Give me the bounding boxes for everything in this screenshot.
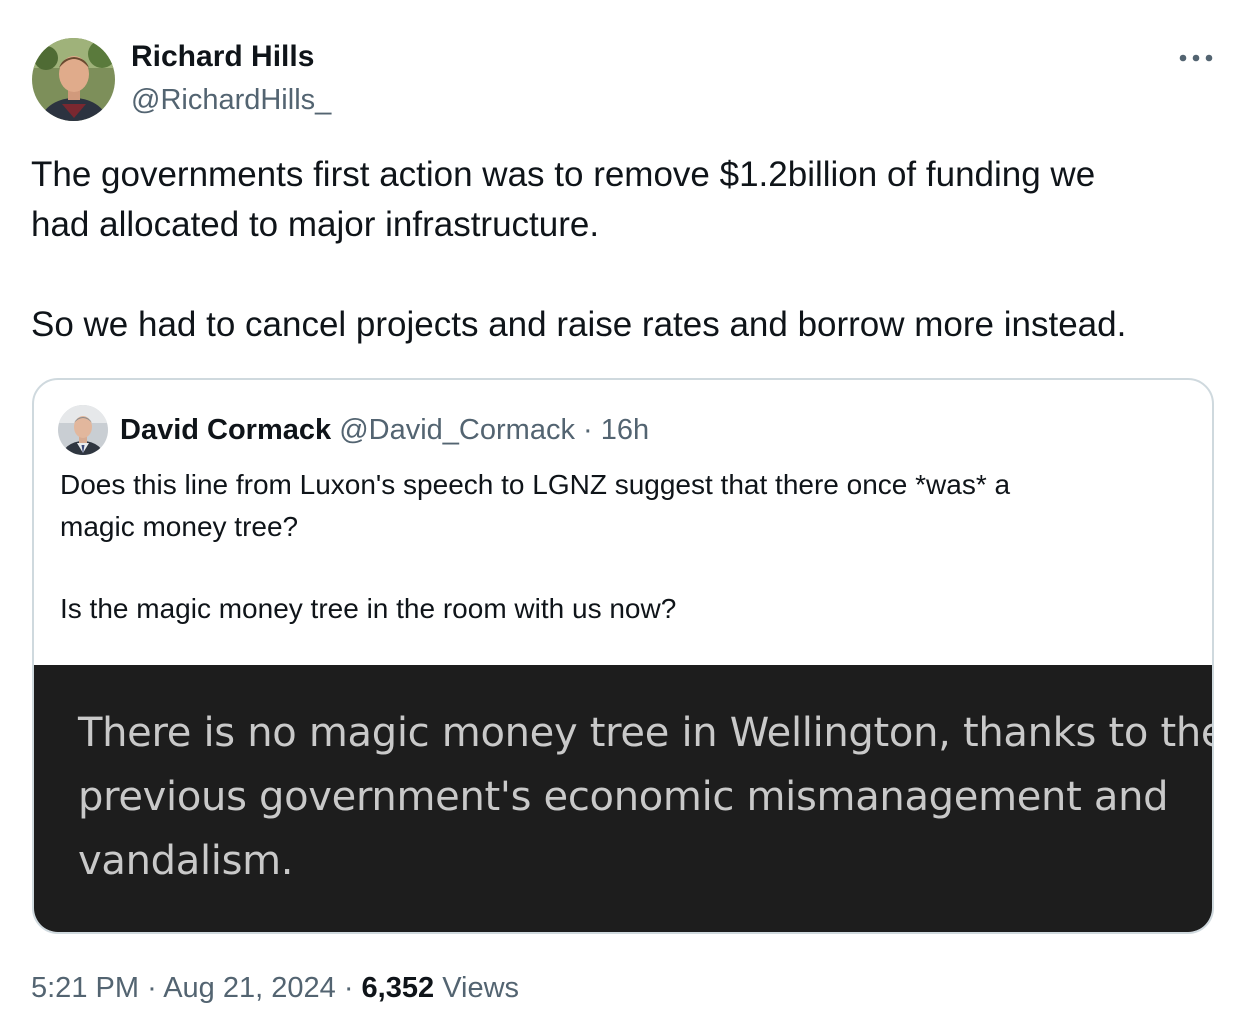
tweet-time[interactable]: 5:21 PM: [31, 972, 139, 1004]
author-handle[interactable]: @RichardHills_: [131, 81, 331, 119]
author-avatar[interactable]: [32, 38, 115, 121]
more-options-button[interactable]: [1172, 38, 1220, 78]
author-name[interactable]: Richard Hills: [131, 38, 314, 76]
views-label: Views: [442, 972, 520, 1004]
tweet-text-line: So we had to cancel projects and raise r…: [31, 305, 1127, 344]
media-caption-text: There is no magic money tree in Wellingt…: [78, 701, 1214, 893]
media-caption-line: previous government's economic mismanage…: [78, 774, 1169, 820]
quote-author-avatar-image: [58, 405, 108, 455]
quote-text-line: magic money tree?: [60, 511, 299, 542]
quote-text-line: Is the magic money tree in the room with…: [60, 593, 677, 624]
tweet-footer: 5:21 PM · Aug 21, 2024 · 6,352 Views: [31, 968, 519, 1008]
more-horizontal-icon: [1179, 54, 1213, 62]
footer-separator: ·: [343, 972, 354, 1004]
views-count: 6,352: [361, 972, 435, 1004]
media-caption-line: There is no magic money tree in Wellingt…: [78, 710, 1214, 756]
tweet: Richard Hills @RichardHills_ The governm…: [0, 0, 1240, 1036]
quote-text-line: Does this line from Luxon's speech to LG…: [60, 469, 1011, 500]
quote-timestamp[interactable]: 16h: [601, 414, 649, 446]
quote-header: David Cormack @David_Cormack · 16h: [120, 410, 649, 450]
tweet-date[interactable]: Aug 21, 2024: [163, 972, 336, 1004]
media-caption-line: vandalism.: [78, 838, 294, 884]
tweet-text-line: had allocated to major infrastructure.: [31, 205, 600, 244]
tweet-text: The governments first action was to remo…: [31, 150, 1211, 350]
quote-author-avatar[interactable]: [58, 405, 108, 455]
tweet-text-line: The governments first action was to remo…: [31, 155, 1096, 194]
author-avatar-image: [32, 38, 115, 121]
quote-author-handle[interactable]: @David_Cormack: [339, 414, 575, 446]
quote-separator: ·: [583, 414, 593, 446]
quoted-tweet-card[interactable]: David Cormack @David_Cormack · 16h Does …: [32, 378, 1214, 934]
footer-separator: ·: [147, 972, 157, 1004]
quote-media-image[interactable]: There is no magic money tree in Wellingt…: [34, 665, 1214, 932]
quote-author-name[interactable]: David Cormack: [120, 414, 331, 446]
quote-text: Does this line from Luxon's speech to LG…: [60, 464, 1180, 630]
